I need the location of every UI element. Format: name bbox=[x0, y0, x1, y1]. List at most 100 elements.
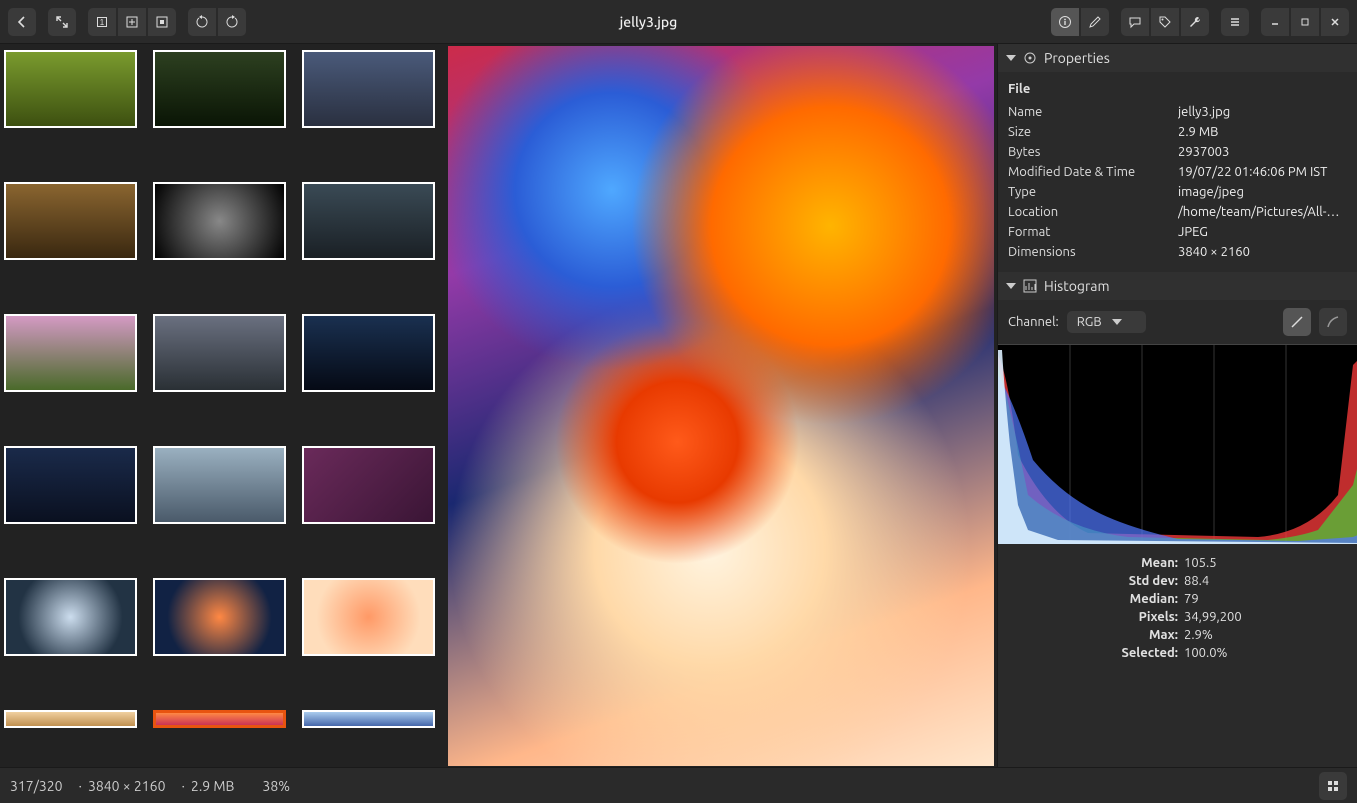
prop-val: 19/07/22 01:46:06 PM IST bbox=[1178, 165, 1347, 179]
comment-icon bbox=[1128, 15, 1142, 29]
hist-linear-button[interactable] bbox=[1283, 308, 1311, 336]
stat-key: Std dev: bbox=[1008, 574, 1178, 588]
tag-icon bbox=[1158, 15, 1172, 29]
status-size: 2.9 MB bbox=[175, 778, 234, 794]
status-position: 317/320 bbox=[10, 778, 63, 794]
thumbnail[interactable] bbox=[302, 446, 435, 524]
fullscreen-button[interactable] bbox=[48, 8, 76, 36]
properties-section-header[interactable]: Properties bbox=[998, 44, 1357, 72]
prop-key: Modified Date & Time bbox=[1008, 165, 1178, 179]
stat-key: Mean: bbox=[1008, 556, 1178, 570]
thumbnail-selected[interactable] bbox=[153, 710, 286, 728]
minimize-button[interactable] bbox=[1261, 8, 1289, 36]
channel-select[interactable]: RGB bbox=[1067, 311, 1146, 333]
thumbnail[interactable] bbox=[4, 314, 137, 392]
comment-button[interactable] bbox=[1121, 8, 1149, 36]
window-controls bbox=[1261, 8, 1349, 36]
prop-val: 2937003 bbox=[1178, 145, 1347, 159]
stat-val: 100.0% bbox=[1184, 646, 1227, 660]
prop-val: jelly3.jpg bbox=[1178, 105, 1347, 119]
thumbnail[interactable] bbox=[4, 578, 137, 656]
gear-icon bbox=[1022, 50, 1038, 66]
stat-val: 88.4 bbox=[1184, 574, 1209, 588]
zoom-fill-button[interactable] bbox=[148, 8, 176, 36]
info-icon bbox=[1058, 15, 1072, 29]
fullscreen-icon bbox=[55, 15, 69, 29]
histogram-title: Histogram bbox=[1044, 278, 1110, 294]
back-button[interactable] bbox=[8, 8, 36, 36]
stat-key: Selected: bbox=[1008, 646, 1178, 660]
prop-val: 3840 × 2160 bbox=[1178, 245, 1347, 259]
thumbnail[interactable] bbox=[4, 182, 137, 260]
thumbnail[interactable] bbox=[4, 446, 137, 524]
zoom-1-icon: 1 bbox=[95, 15, 109, 29]
histogram-section-header[interactable]: Histogram bbox=[998, 272, 1357, 300]
menu-button[interactable] bbox=[1221, 8, 1249, 36]
grid-toggle-button[interactable] bbox=[1319, 772, 1347, 800]
rotate-left-button[interactable] bbox=[188, 8, 216, 36]
chevron-down-icon bbox=[1006, 55, 1016, 61]
prop-row: Location/home/team/Pictures/All-W… bbox=[1008, 202, 1347, 222]
thumbnail[interactable] bbox=[4, 50, 137, 128]
stat-val: 34,99,200 bbox=[1184, 610, 1242, 624]
thumbnail[interactable] bbox=[4, 710, 137, 728]
minimize-icon bbox=[1269, 16, 1281, 28]
properties-body: File Namejelly3.jpg Size2.9 MB Bytes2937… bbox=[998, 72, 1357, 272]
properties-panel: Properties File Namejelly3.jpg Size2.9 M… bbox=[997, 44, 1357, 767]
stat-key: Max: bbox=[1008, 628, 1178, 642]
thumbnail[interactable] bbox=[153, 314, 286, 392]
thumbnail[interactable] bbox=[302, 314, 435, 392]
channel-label: Channel: bbox=[1008, 315, 1059, 329]
stat-key: Median: bbox=[1008, 592, 1178, 606]
maximize-icon bbox=[1299, 16, 1311, 28]
prop-row: Namejelly3.jpg bbox=[1008, 102, 1347, 122]
tag-button[interactable] bbox=[1151, 8, 1179, 36]
thumbnail-browser[interactable] bbox=[0, 44, 445, 767]
svg-text:1: 1 bbox=[100, 18, 105, 27]
fit-icon bbox=[125, 15, 139, 29]
thumbnail[interactable] bbox=[153, 446, 286, 524]
chevron-left-icon bbox=[15, 15, 29, 29]
prop-row: Bytes2937003 bbox=[1008, 142, 1347, 162]
chevron-down-icon bbox=[1006, 283, 1016, 289]
rotate-ccw-icon bbox=[195, 15, 209, 29]
thumbnail[interactable] bbox=[302, 710, 435, 728]
zoom-fit-button[interactable] bbox=[118, 8, 146, 36]
prop-key: Format bbox=[1008, 225, 1178, 239]
image-viewer[interactable] bbox=[445, 44, 997, 767]
edit-button[interactable] bbox=[1081, 8, 1109, 36]
thumbnail[interactable] bbox=[302, 578, 435, 656]
prop-key: Size bbox=[1008, 125, 1178, 139]
close-button[interactable] bbox=[1321, 8, 1349, 36]
thumbnail[interactable] bbox=[302, 182, 435, 260]
fill-icon bbox=[155, 15, 169, 29]
thumbnail[interactable] bbox=[153, 50, 286, 128]
prop-key: Type bbox=[1008, 185, 1178, 199]
status-dimensions: 3840 × 2160 bbox=[73, 778, 166, 794]
close-icon bbox=[1329, 16, 1341, 28]
zoom-actual-button[interactable]: 1 bbox=[88, 8, 116, 36]
status-zoom: 38% bbox=[262, 778, 290, 794]
prop-row: Modified Date & Time19/07/22 01:46:06 PM… bbox=[1008, 162, 1347, 182]
maximize-button[interactable] bbox=[1291, 8, 1319, 36]
thumbnail[interactable] bbox=[153, 182, 286, 260]
stat-val: 2.9% bbox=[1184, 628, 1213, 642]
histogram-controls: Channel: RGB bbox=[998, 300, 1357, 344]
channel-value: RGB bbox=[1077, 315, 1102, 329]
info-button[interactable] bbox=[1051, 8, 1079, 36]
hist-log-button[interactable] bbox=[1319, 308, 1347, 336]
thumbnail[interactable] bbox=[302, 50, 435, 128]
prop-key: Location bbox=[1008, 205, 1178, 219]
log-scale-icon bbox=[1326, 315, 1340, 329]
pencil-icon bbox=[1088, 15, 1102, 29]
properties-title: Properties bbox=[1044, 50, 1110, 66]
rotate-right-button[interactable] bbox=[218, 8, 246, 36]
prop-row: FormatJPEG bbox=[1008, 222, 1347, 242]
histogram-display[interactable] bbox=[998, 344, 1357, 544]
tools-button[interactable] bbox=[1181, 8, 1209, 36]
linear-scale-icon bbox=[1290, 315, 1304, 329]
thumbnail[interactable] bbox=[153, 578, 286, 656]
wrench-icon bbox=[1188, 15, 1202, 29]
prop-key: Name bbox=[1008, 105, 1178, 119]
prop-key: Dimensions bbox=[1008, 245, 1178, 259]
